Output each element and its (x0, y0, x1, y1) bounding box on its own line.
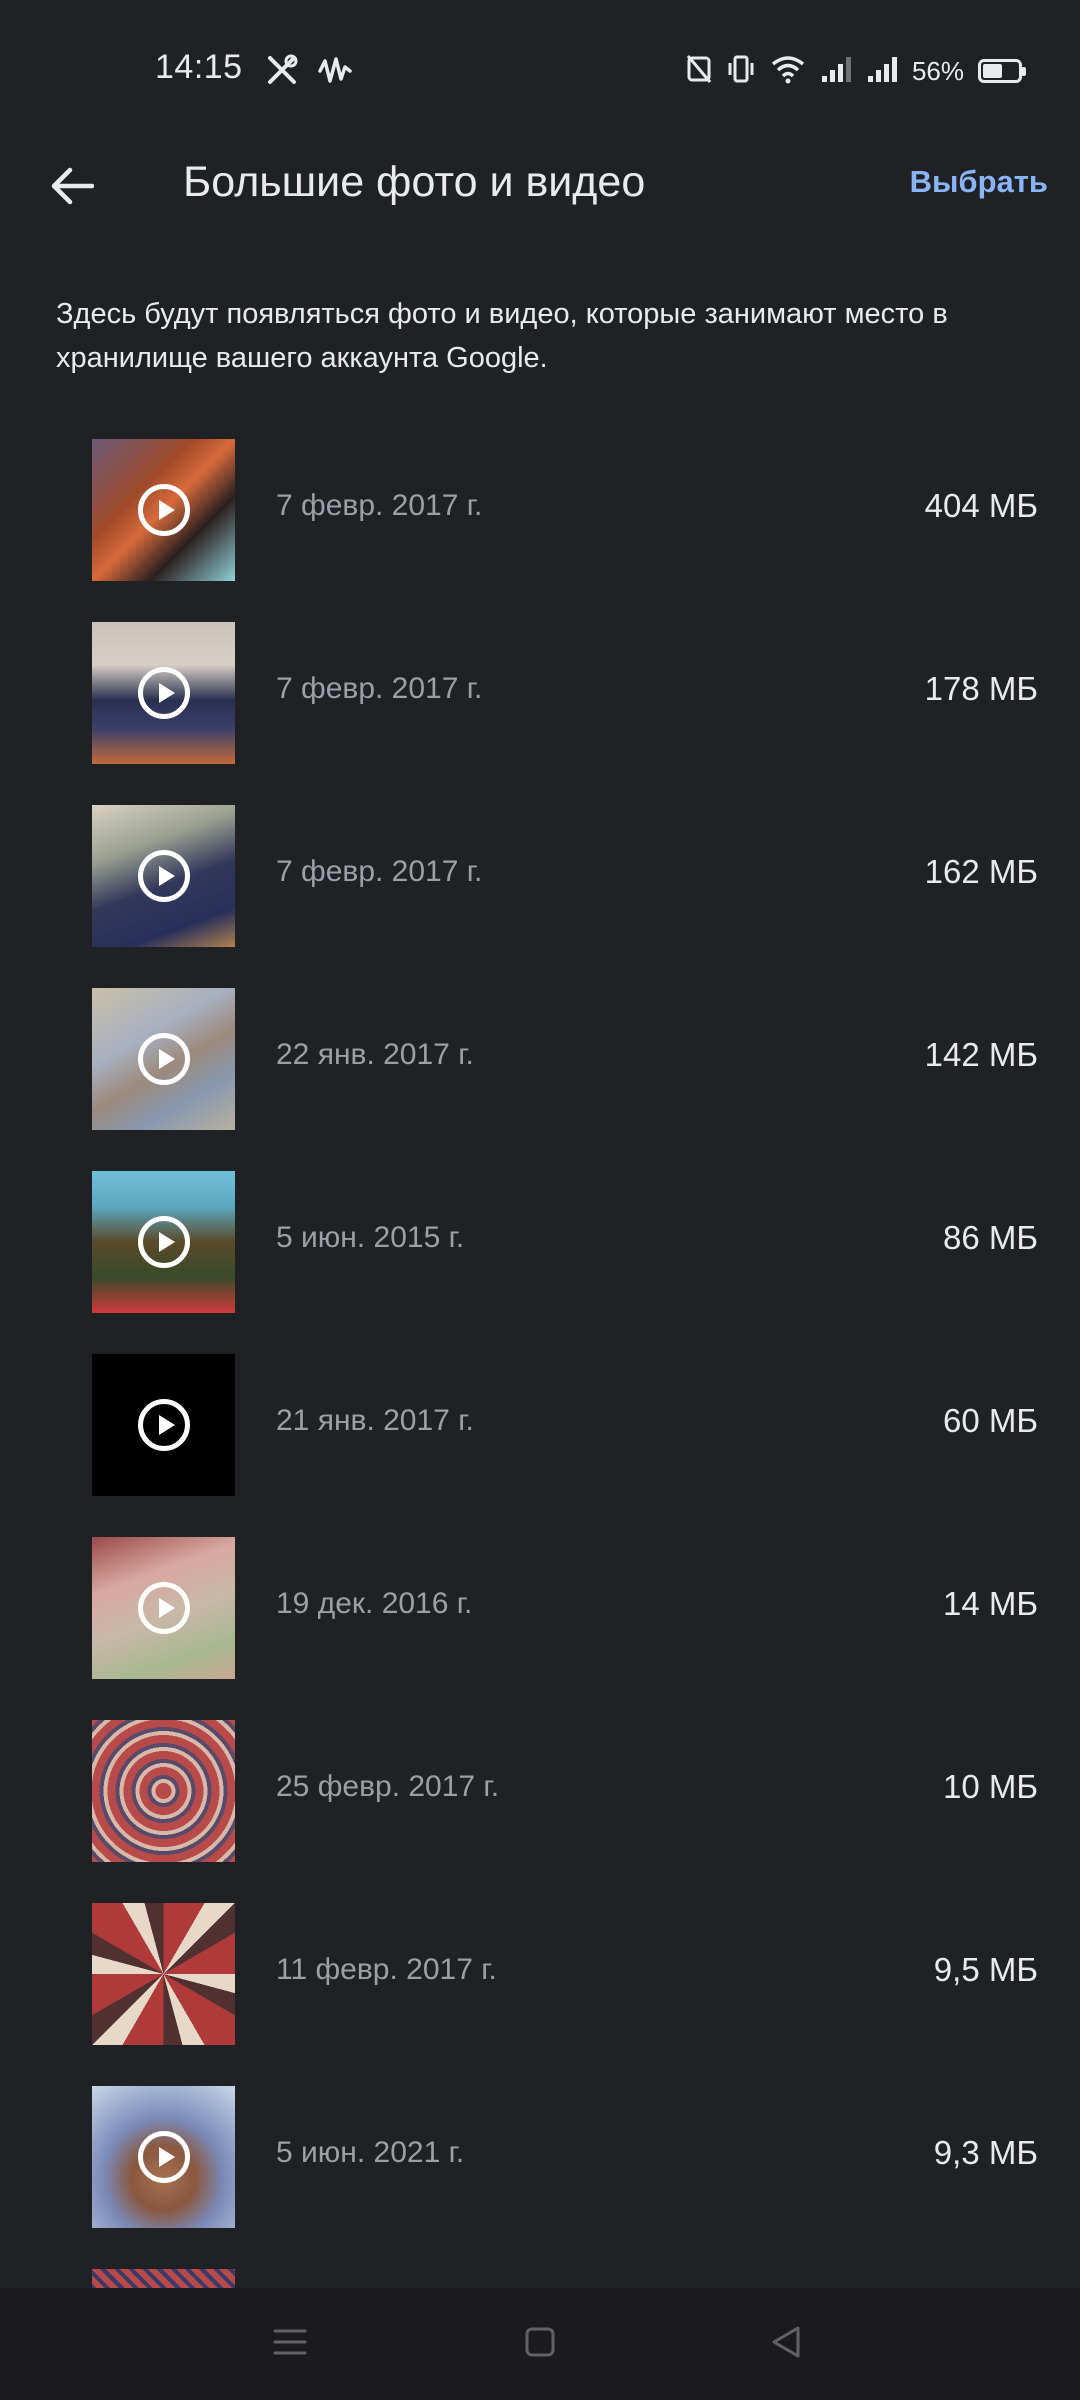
item-date: 22 янв. 2017 г. (276, 1038, 474, 1071)
signal-icon (820, 54, 852, 89)
recents-button[interactable] (254, 2308, 326, 2380)
video-thumbnail (92, 439, 235, 581)
menu-icon (272, 2326, 308, 2363)
list-item[interactable]: 5 июн. 2021 г. 9,3 МБ (0, 2084, 1080, 2267)
list-item[interactable]: 22 янв. 2017 г. 142 МБ (0, 986, 1080, 1169)
large-items-list: 7 февр. 2017 г. 404 МБ 7 февр. 2017 г. 1… (0, 437, 1080, 2400)
item-date: 19 дек. 2016 г. (276, 1587, 473, 1620)
video-thumbnail (92, 622, 235, 764)
play-icon (138, 850, 190, 902)
item-date: 5 июн. 2021 г. (276, 2136, 465, 2169)
play-icon (138, 1033, 190, 1085)
video-thumbnail (92, 1537, 235, 1679)
home-button[interactable] (504, 2308, 576, 2380)
item-size: 9,3 МБ (933, 2134, 1038, 2171)
system-back-button[interactable] (750, 2308, 822, 2380)
item-size: 9,5 МБ (933, 1951, 1038, 1988)
list-item[interactable]: 7 февр. 2017 г. 404 МБ (0, 437, 1080, 620)
item-date: 25 февр. 2017 г. (276, 1770, 500, 1803)
screen: 14:15 56% Большие фото и видео Выбрать З… (0, 0, 1080, 2400)
item-size: 404 МБ (924, 487, 1038, 524)
play-icon (138, 1216, 190, 1268)
item-size: 142 МБ (924, 1036, 1038, 1073)
item-date: 11 февр. 2017 г. (276, 1953, 497, 1986)
select-button[interactable]: Выбрать (910, 164, 1048, 200)
activity-icon (317, 53, 353, 92)
signal-icon (866, 54, 898, 89)
list-item[interactable]: 7 февр. 2017 г. 162 МБ (0, 803, 1080, 986)
item-date: 21 янв. 2017 г. (276, 1404, 474, 1437)
list-item[interactable]: 19 дек. 2016 г. 14 МБ (0, 1535, 1080, 1718)
video-thumbnail (92, 1354, 235, 1496)
video-thumbnail (92, 2086, 235, 2228)
home-icon (523, 2325, 557, 2364)
item-size: 162 МБ (924, 853, 1038, 890)
item-date: 7 февр. 2017 г. (276, 855, 483, 888)
status-left-icons (265, 52, 353, 92)
arrow-back-icon (50, 166, 95, 211)
list-item[interactable]: 5 июн. 2015 г. 86 МБ (0, 1169, 1080, 1352)
item-date: 7 февр. 2017 г. (276, 489, 483, 522)
status-right-icons: 56% (686, 50, 1026, 92)
item-date: 7 февр. 2017 г. (276, 672, 483, 705)
page-title: Большие фото и видео (183, 158, 646, 206)
battery-level-fill (983, 64, 1002, 78)
video-thumbnail (92, 805, 235, 947)
tools-icon (265, 53, 299, 92)
battery-icon (978, 59, 1026, 83)
item-size: 86 МБ (942, 1219, 1038, 1256)
play-icon (138, 2131, 190, 2183)
description-text: Здесь будут появляться фото и видео, кот… (56, 298, 948, 374)
video-thumbnail (92, 988, 235, 1130)
navigation-bar (0, 2288, 1080, 2400)
list-item[interactable]: 7 февр. 2017 г. 178 МБ (0, 620, 1080, 803)
photo-thumbnail (92, 1903, 235, 2045)
play-icon (138, 484, 190, 536)
status-bar: 14:15 56% (0, 0, 1080, 140)
battery-percent: 56% (911, 55, 964, 86)
list-item[interactable]: 25 февр. 2017 г. 10 МБ (0, 1718, 1080, 1901)
play-icon (138, 1399, 190, 1451)
back-triangle-icon (768, 2324, 804, 2365)
back-button[interactable] (36, 152, 108, 224)
item-date: 5 июн. 2015 г. (276, 1221, 465, 1254)
play-icon (138, 1582, 190, 1634)
item-size: 178 МБ (924, 670, 1038, 707)
status-time: 14:15 (155, 48, 243, 86)
photo-thumbnail (92, 1720, 235, 1862)
vibrate-icon (726, 54, 756, 89)
video-thumbnail (92, 1171, 235, 1313)
list-item[interactable]: 11 февр. 2017 г. 9,5 МБ (0, 1901, 1080, 2084)
list-item[interactable]: 21 янв. 2017 г. 60 МБ (0, 1352, 1080, 1535)
item-size: 14 МБ (942, 1585, 1038, 1622)
app-bar: Большие фото и видео Выбрать (0, 130, 1080, 230)
item-size: 10 МБ (942, 1768, 1038, 1805)
item-size: 60 МБ (942, 1402, 1038, 1439)
wifi-icon (770, 54, 806, 89)
nfc-off-icon (686, 54, 712, 89)
play-icon (138, 667, 190, 719)
